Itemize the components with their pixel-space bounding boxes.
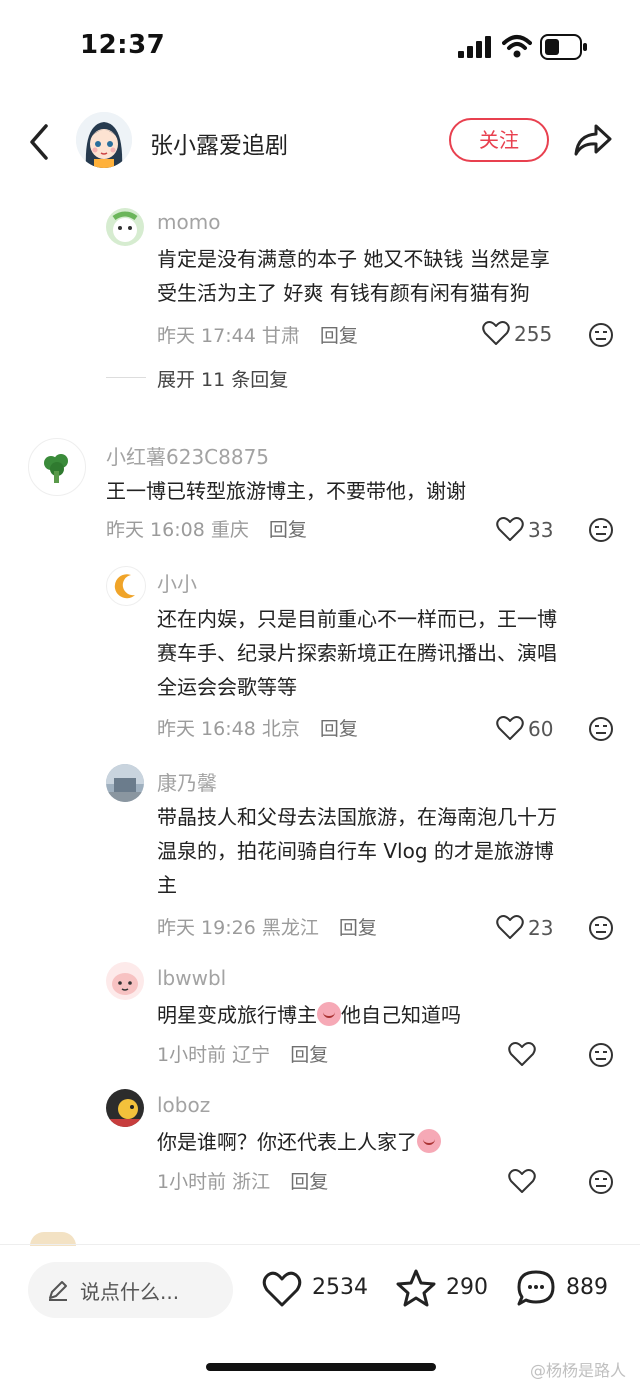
follow-button[interactable]: 关注 xyxy=(449,118,549,162)
battery-icon xyxy=(540,34,587,60)
comment-meta: 昨天 16:48 北京 回复 xyxy=(157,714,358,741)
avatar[interactable] xyxy=(106,962,144,1000)
comment-text[interactable]: 明星变成旅行博主 他自己知道吗 xyxy=(157,998,461,1032)
post-collect-count: 290 xyxy=(446,1275,488,1300)
comment-username[interactable]: lbwwbl xyxy=(157,966,226,990)
comment-text-line: 受生活为主了 好爽 有钱有颜有闲有猫有狗 xyxy=(157,281,530,305)
like-icon[interactable] xyxy=(496,715,524,741)
like-icon[interactable] xyxy=(508,1168,536,1194)
comment-text[interactable]: 还在内娱，只是目前重心不一样而已，王一博 赛车手、纪录片探索新境正在腾讯播出、演… xyxy=(157,602,557,704)
avatar[interactable] xyxy=(106,764,144,802)
like-icon[interactable] xyxy=(508,1041,536,1067)
avatar[interactable] xyxy=(28,438,86,496)
wifi-icon xyxy=(502,35,532,58)
comment-time: 昨天 17:44 xyxy=(157,325,256,347)
reply-button[interactable]: 回复 xyxy=(269,519,307,541)
avatar[interactable] xyxy=(106,1089,144,1127)
comment-username[interactable]: 小小 xyxy=(157,568,197,597)
comment-meta: 1小时前 浙江 回复 xyxy=(157,1167,328,1194)
home-indicator[interactable] xyxy=(206,1363,436,1371)
comment-username[interactable]: 康乃馨 xyxy=(157,767,217,796)
comment-username[interactable]: 小红薯623C8875 xyxy=(106,441,269,470)
bottom-divider xyxy=(0,1244,640,1245)
like-post-icon[interactable] xyxy=(262,1270,302,1308)
crying-emoji-icon xyxy=(317,1002,341,1026)
comment-meta: 昨天 19:26 黑龙江 回复 xyxy=(157,913,377,940)
post-comment-count: 889 xyxy=(566,1275,608,1300)
comment-time: 1小时前 xyxy=(157,1171,227,1193)
avatar[interactable] xyxy=(106,566,146,606)
reply-button[interactable]: 回复 xyxy=(290,1044,328,1066)
comment-location: 甘肃 xyxy=(261,325,300,347)
like-count: 33 xyxy=(528,518,554,542)
watermark: @杨杨是路人 xyxy=(530,1361,627,1380)
comment-location: 黑龙江 xyxy=(261,917,319,939)
reply-button[interactable]: 回复 xyxy=(290,1171,328,1193)
like-count: 60 xyxy=(528,717,554,741)
comment-text-part: 他自己知道吗 xyxy=(341,1003,461,1027)
like-icon[interactable] xyxy=(482,320,510,346)
comment-text-line: 全运会会歌等等 xyxy=(157,675,297,699)
avatar[interactable] xyxy=(106,208,144,246)
comment-text-part: 明星变成旅行博主 xyxy=(157,1003,317,1027)
comment-text-line: 肯定是没有满意的本子 她又不缺钱 当然是享 xyxy=(157,247,550,271)
status-time: 12:37 xyxy=(80,30,166,60)
comment-text[interactable]: 带晶技人和父母去法国旅游，在海南泡几十万 温泉的，拍花间骑自行车 Vlog 的才… xyxy=(157,800,557,902)
comment-location: 辽宁 xyxy=(232,1044,271,1066)
like-count: 23 xyxy=(528,916,554,940)
comment-text[interactable]: 你是谁啊？你还代表上人家了 xyxy=(157,1125,441,1159)
dislike-face-icon[interactable] xyxy=(588,517,614,543)
comment-location: 北京 xyxy=(261,718,300,740)
comment-text-line: 温泉的，拍花间骑自行车 Vlog 的才是旅游博 xyxy=(157,839,554,863)
share-icon[interactable] xyxy=(572,120,614,160)
comment-location: 浙江 xyxy=(232,1171,271,1193)
comment-bubble-icon[interactable] xyxy=(516,1269,556,1307)
author-avatar[interactable] xyxy=(76,112,132,168)
back-icon[interactable] xyxy=(22,122,58,162)
comment-time: 昨天 16:08 xyxy=(106,519,205,541)
comment-text-line: 王一博已转型旅游博主，不要带他，谢谢 xyxy=(106,479,466,503)
expand-divider xyxy=(106,377,146,378)
reply-button[interactable]: 回复 xyxy=(320,718,358,740)
reply-button[interactable]: 回复 xyxy=(339,917,377,939)
expand-replies-button[interactable]: 展开 11 条回复 xyxy=(157,365,288,392)
comment-time: 昨天 19:26 xyxy=(157,917,256,939)
comment-text-part: 你是谁啊？你还代表上人家了 xyxy=(157,1130,417,1154)
comment-meta: 昨天 17:44 甘肃 回复 xyxy=(157,321,358,348)
comment-text-line: 带晶技人和父母去法国旅游，在海南泡几十万 xyxy=(157,805,557,829)
dislike-face-icon[interactable] xyxy=(588,915,614,941)
comment-meta: 1小时前 辽宁 回复 xyxy=(157,1040,328,1067)
comment-location: 重庆 xyxy=(210,519,249,541)
comment-text-line: 还在内娱，只是目前重心不一样而已，王一博 xyxy=(157,607,557,631)
comment-text[interactable]: 肯定是没有满意的本子 她又不缺钱 当然是享 受生活为主了 好爽 有钱有颜有闲有猫… xyxy=(157,242,550,310)
comment-input-placeholder[interactable]: 说点什么... xyxy=(80,1276,179,1305)
dislike-face-icon[interactable] xyxy=(588,1169,614,1195)
post-like-count: 2534 xyxy=(312,1275,368,1300)
like-icon[interactable] xyxy=(496,516,524,542)
comment-text-line: 主 xyxy=(157,873,177,897)
comment-username[interactable]: loboz xyxy=(157,1093,210,1117)
like-icon[interactable] xyxy=(496,914,524,940)
reply-button[interactable]: 回复 xyxy=(320,325,358,347)
dislike-face-icon[interactable] xyxy=(588,716,614,742)
comment-meta: 昨天 16:08 重庆 回复 xyxy=(106,515,307,542)
dislike-face-icon[interactable] xyxy=(588,1042,614,1068)
dislike-face-icon[interactable] xyxy=(588,322,614,348)
comment-time: 1小时前 xyxy=(157,1044,227,1066)
comment-text[interactable]: 王一博已转型旅游博主，不要带他，谢谢 xyxy=(106,474,466,508)
crying-emoji-icon xyxy=(417,1129,441,1153)
like-count: 255 xyxy=(514,322,553,346)
comment-username[interactable]: momo xyxy=(157,210,220,234)
collect-star-icon[interactable] xyxy=(396,1269,436,1307)
cellular-signal-icon xyxy=(458,36,491,58)
comment-text-line: 赛车手、纪录片探索新境正在腾讯播出、演唱 xyxy=(157,641,557,665)
author-name[interactable]: 张小露爱追剧 xyxy=(150,126,288,160)
pencil-icon xyxy=(49,1281,67,1301)
comment-time: 昨天 16:48 xyxy=(157,718,256,740)
